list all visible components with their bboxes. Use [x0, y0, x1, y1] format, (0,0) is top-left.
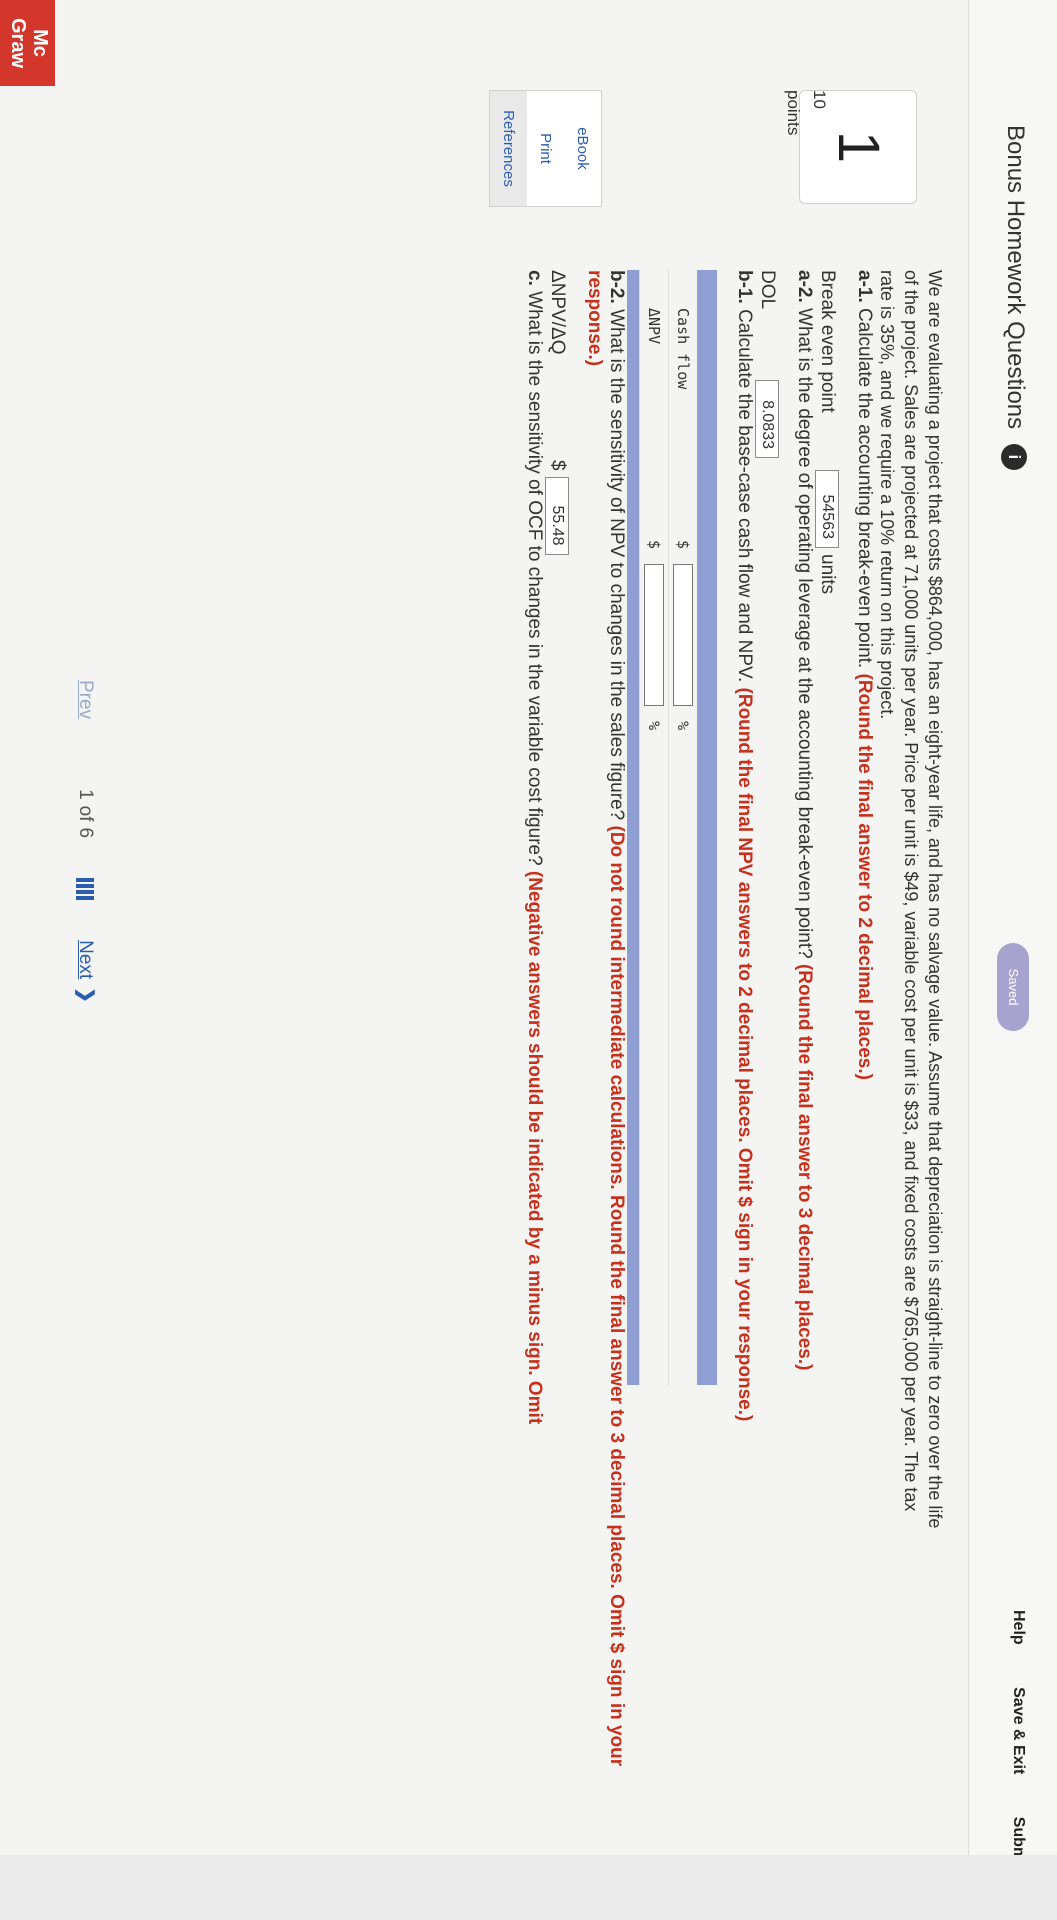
dollar-sign: $	[547, 460, 568, 471]
prev-link[interactable]: Prev	[75, 680, 97, 719]
part-b1-instruction: (Round the final NPV answers to 2 decima…	[734, 687, 755, 1422]
table-header	[697, 270, 717, 1385]
problem-statement: We are evaluating a project that costs $…	[877, 270, 945, 1529]
sensitivity-label: ΔNPV/ΔQ	[547, 270, 568, 355]
dollar-sign: $	[674, 540, 693, 550]
cash-flow-label: Cash flow	[668, 270, 697, 540]
top-bar: Bonus Homework Questions i Saved Help Sa…	[968, 0, 1057, 1920]
part-b2-text: What is the sensitivity of NPV to change…	[606, 309, 627, 821]
saved-status-badge: Saved	[997, 943, 1029, 1031]
chevron-right-icon[interactable]: ❯	[74, 987, 97, 1003]
npv-label: ΔNPV	[639, 270, 669, 540]
cash-flow-input[interactable]	[673, 564, 693, 707]
question-content: We are evaluating a project that costs $…	[523, 270, 947, 1830]
part-a2-prompt: a-2. What is the degree of operating lev…	[793, 270, 815, 1830]
print-link[interactable]: Print	[527, 91, 564, 206]
percent-sign: %	[645, 721, 664, 731]
next-link[interactable]: Next	[75, 940, 97, 979]
part-c-text: What is the sensitivity of OCF to change…	[524, 291, 545, 866]
break-even-row: Break even point 54563 units	[815, 270, 839, 1830]
part-c-prompt: c. What is the sensitivity of OCF to cha…	[523, 270, 545, 1830]
help-link[interactable]: Help	[1010, 1610, 1027, 1645]
sensitivity-row: ΔNPV/ΔQ $ 55.48	[545, 270, 569, 1830]
part-b2-prompt: b-2. What is the sensitivity of NPV to c…	[583, 270, 627, 1830]
part-a2-instruction: (Round the final answer to 3 decimal pla…	[794, 963, 815, 1371]
ebook-link[interactable]: eBook	[564, 91, 601, 206]
part-a1-tag: a-1.	[854, 270, 875, 303]
break-even-unit: units	[817, 554, 838, 595]
part-b1-tag: b-1.	[734, 270, 755, 304]
dollar-sign: $	[645, 540, 664, 550]
right-edge-strip	[0, 1855, 1057, 1920]
assignment-title: Bonus Homework Questions i	[1001, 125, 1029, 470]
part-b1-prompt: b-1. Calculate the base-case cash flow a…	[733, 270, 755, 1830]
total-questions: 6	[75, 827, 97, 839]
part-a2-text: What is the degree of operating leverage…	[794, 308, 815, 959]
part-b1-text: Calculate the base-case cash flow and NP…	[734, 309, 755, 683]
part-a1-prompt: a-1. Calculate the accounting break-even…	[853, 270, 875, 1830]
npv-input[interactable]	[644, 564, 664, 707]
dol-label: DOL	[757, 270, 778, 310]
points-word: points	[784, 90, 803, 136]
table-footer	[627, 270, 640, 1385]
dol-input[interactable]: 8.0833	[755, 380, 779, 458]
mcgraw-logo: Mc Graw	[0, 0, 55, 86]
table-row: Cash flow $ %	[668, 270, 697, 1385]
assignment-title-text: Bonus Homework Questions	[1002, 125, 1029, 430]
references-link[interactable]: References	[490, 91, 527, 206]
sensitivity-input[interactable]: 55.48	[545, 476, 569, 555]
pager-of: of	[75, 805, 97, 822]
part-c-tag: c.	[524, 270, 545, 286]
save-exit-link[interactable]: Save & Exit	[1010, 1687, 1027, 1774]
current-question: 1	[75, 789, 97, 800]
part-b2-tag: b-2.	[606, 270, 627, 304]
resource-sidebar: eBook Print References	[489, 90, 602, 207]
table-row: ΔNPV $ %	[639, 270, 669, 1385]
break-even-input[interactable]: 54563	[815, 470, 839, 548]
break-even-label: Break even point	[817, 270, 838, 413]
question-pager: Prev 1 of 6 Next ❯	[74, 680, 97, 1003]
part-a2-tag: a-2.	[794, 270, 815, 303]
logo-line-2: Graw	[7, 17, 29, 69]
grid-view-icon[interactable]	[76, 878, 95, 901]
assignment-screen: Bonus Homework Questions i Saved Help Sa…	[0, 0, 1057, 1920]
npv-cell: $ %	[639, 539, 669, 1385]
part-a1-instruction: (Round the final answer to 2 decimal pla…	[854, 673, 875, 1080]
cash-flow-cell: $ %	[668, 539, 697, 1385]
percent-sign: %	[674, 721, 693, 731]
points-label: 10 points	[780, 90, 832, 135]
cash-flow-table: Cash flow $ % ΔNPV $ %	[627, 270, 717, 1385]
info-icon[interactable]: i	[1001, 443, 1028, 470]
dol-row: DOL 8.0833	[755, 270, 779, 1830]
part-a1-text: Calculate the accounting break-even poin…	[854, 308, 875, 669]
points-value: 10	[810, 90, 829, 109]
logo-line-1: Mc	[29, 29, 51, 57]
part-c-instruction: (Negative answers should be indicated by…	[524, 870, 545, 1425]
